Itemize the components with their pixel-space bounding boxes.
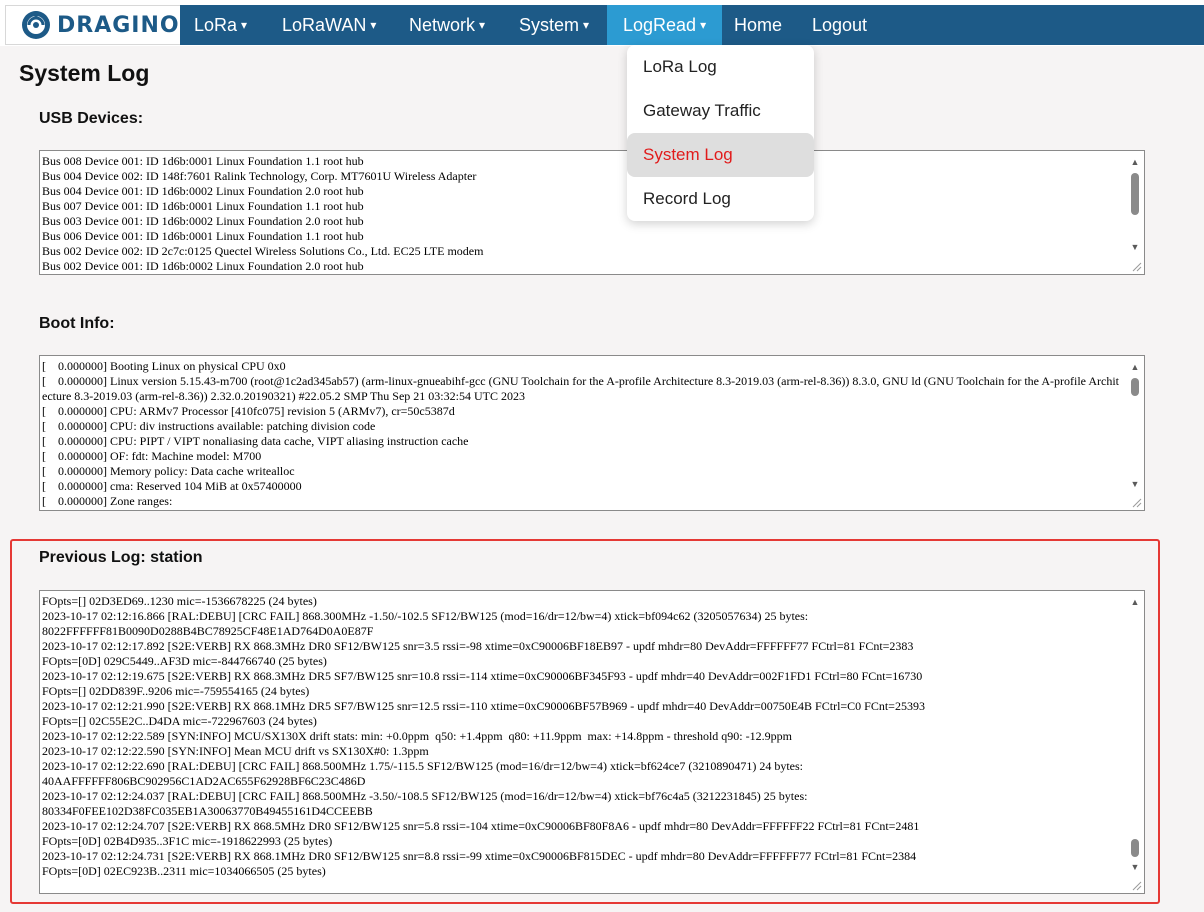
chevron-down-icon: ▾ xyxy=(241,18,248,32)
nav-system-label: System xyxy=(519,15,580,35)
scroll-thumb[interactable] xyxy=(1131,173,1139,215)
nav-lorawan[interactable]: LoRaWAN ▾ xyxy=(282,5,376,45)
menu-item-gateway-traffic[interactable]: Gateway Traffic xyxy=(627,89,814,133)
boot-info-textarea[interactable]: [ 0.000000] Booting Linux on physical CP… xyxy=(39,355,1145,511)
previous-scrollbar[interactable]: ▲ ▼ xyxy=(1126,591,1144,893)
scroll-thumb[interactable] xyxy=(1131,839,1139,857)
nav-lora-label: LoRa xyxy=(194,15,238,35)
usb-scrollbar[interactable]: ▲ ▼ xyxy=(1126,151,1144,274)
nav-network[interactable]: Network ▾ xyxy=(409,5,485,45)
nav-home-label: Home xyxy=(734,15,783,35)
nav-system[interactable]: System ▾ xyxy=(519,5,589,45)
nav-lorawan-label: LoRaWAN xyxy=(282,15,367,35)
nav-home[interactable]: Home xyxy=(734,5,782,45)
resize-grip-icon[interactable] xyxy=(1130,260,1142,272)
chevron-down-icon: ▾ xyxy=(583,18,590,32)
nav-lora[interactable]: LoRa ▾ xyxy=(194,5,247,45)
previous-log-content: FOpts=[] 02D3ED69..1230 mic=-1536678225 … xyxy=(42,594,925,878)
navbar-bar xyxy=(5,5,1204,45)
brand-name: DRAGINO xyxy=(57,12,180,38)
previous-log-textarea[interactable]: FOpts=[] 02D3ED69..1230 mic=-1536678225 … xyxy=(39,590,1145,894)
scroll-down-icon[interactable]: ▼ xyxy=(1130,243,1140,252)
menu-item-system-log[interactable]: System Log xyxy=(627,133,814,177)
previous-log-title: Previous Log: station xyxy=(39,549,203,566)
boot-scrollbar[interactable]: ▲ ▼ xyxy=(1126,356,1144,510)
logread-dropdown-menu: LoRa Log Gateway Traffic System Log Reco… xyxy=(627,45,814,221)
usb-devices-textarea[interactable]: Bus 008 Device 001: ID 1d6b:0001 Linux F… xyxy=(39,150,1145,275)
boot-info-content: [ 0.000000] Booting Linux on physical CP… xyxy=(42,359,1119,508)
scroll-down-icon[interactable]: ▼ xyxy=(1130,480,1140,489)
nav-logout[interactable]: Logout xyxy=(812,5,867,45)
nav-network-label: Network xyxy=(409,15,476,35)
boot-info-title: Boot Info: xyxy=(39,315,115,332)
usb-devices-title: USB Devices: xyxy=(39,110,144,127)
nav-logout-label: Logout xyxy=(812,15,868,35)
resize-grip-icon[interactable] xyxy=(1130,879,1142,891)
menu-item-record-log[interactable]: Record Log xyxy=(627,177,814,221)
chevron-down-icon: ▾ xyxy=(370,18,377,32)
nav-logread[interactable]: LogRead ▾ xyxy=(607,5,723,45)
nav-logread-label: LogRead xyxy=(623,15,697,35)
chevron-down-icon: ▾ xyxy=(479,18,486,32)
scroll-up-icon[interactable]: ▲ xyxy=(1130,598,1140,607)
chevron-down-icon: ▾ xyxy=(700,18,707,32)
dragino-logo-icon xyxy=(22,11,50,39)
brand-logo[interactable]: DRAGINO xyxy=(5,5,180,45)
scroll-down-icon[interactable]: ▼ xyxy=(1130,863,1140,872)
scroll-up-icon[interactable]: ▲ xyxy=(1130,363,1140,372)
usb-devices-content: Bus 008 Device 001: ID 1d6b:0001 Linux F… xyxy=(42,154,484,273)
menu-item-lora-log[interactable]: LoRa Log xyxy=(627,45,814,89)
scroll-up-icon[interactable]: ▲ xyxy=(1130,158,1140,167)
top-navbar: DRAGINO LoRa ▾ LoRaWAN ▾ Network ▾ System ▾ … xyxy=(0,0,1204,46)
scroll-thumb[interactable] xyxy=(1131,378,1139,396)
resize-grip-icon[interactable] xyxy=(1130,496,1142,508)
page-title: System Log xyxy=(19,60,150,86)
